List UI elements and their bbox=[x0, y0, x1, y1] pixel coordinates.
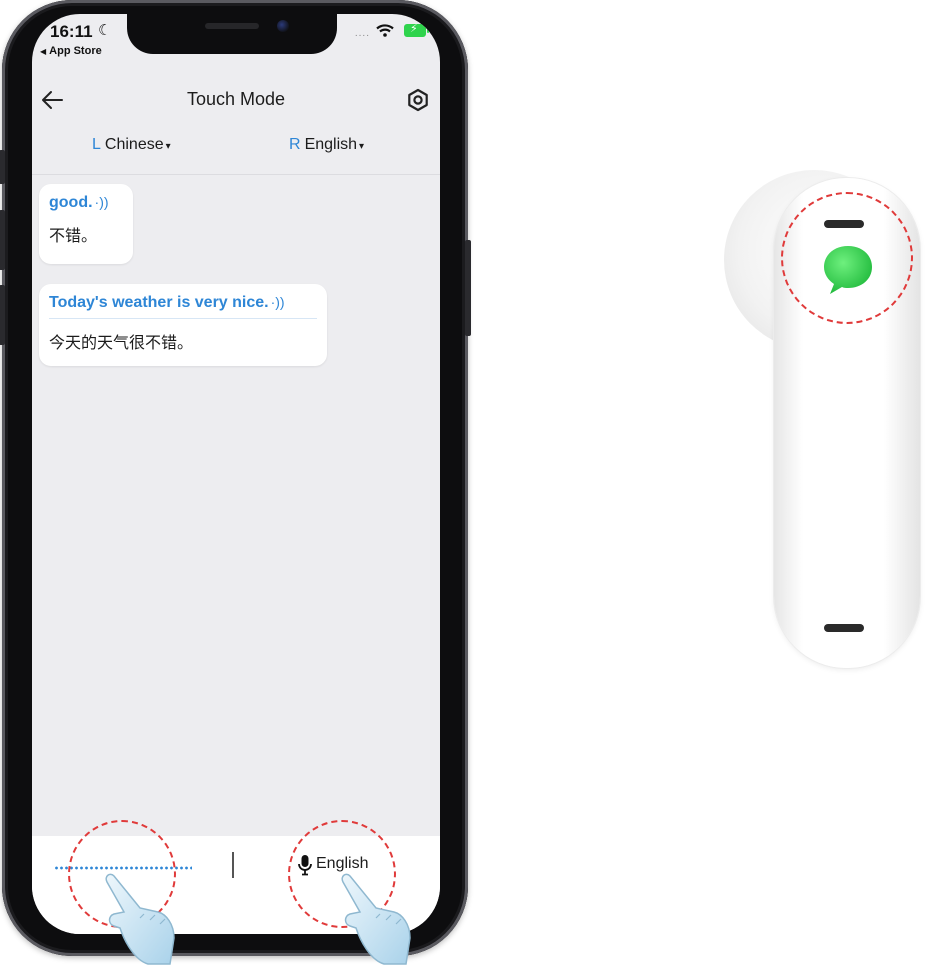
translated-text: 今天的天气很不错。 bbox=[49, 333, 194, 352]
touch-area-highlight bbox=[781, 192, 913, 324]
left-language-label: Chinese bbox=[104, 136, 164, 153]
speaker-icon[interactable]: ·)) bbox=[95, 194, 109, 210]
earbud bbox=[720, 150, 930, 670]
back-triangle-icon: ◀ bbox=[40, 47, 47, 56]
signal-icon: .... bbox=[354, 28, 370, 39]
chevron-down-icon: ▾ bbox=[165, 141, 171, 152]
source-text: good. bbox=[49, 194, 93, 211]
volume-down-button bbox=[0, 285, 5, 345]
language-bar: L Chinese ▾ R English ▾ bbox=[32, 124, 440, 175]
settings-icon[interactable] bbox=[404, 86, 432, 114]
wifi-icon bbox=[376, 24, 394, 37]
power-button bbox=[465, 240, 471, 336]
earpiece bbox=[205, 23, 259, 29]
translated-text: 不错。 bbox=[49, 226, 98, 245]
front-camera bbox=[277, 20, 289, 32]
hand-pointer-icon bbox=[341, 873, 411, 965]
message-bubble: Today's weather is very nice. ·)) 今天的天气很不… bbox=[39, 284, 327, 366]
volume-up-button bbox=[0, 210, 5, 270]
source-text: Today's weather is very nice. bbox=[49, 294, 269, 311]
phone-mockup: 16:11 ☾ ◀ App Store .... ⚡ Touch Mode L … bbox=[0, 0, 471, 956]
left-tag: L bbox=[92, 136, 101, 153]
source-text-row: good. ·)) bbox=[49, 194, 123, 212]
moon-icon: ☾ bbox=[98, 22, 112, 39]
right-language-label: English bbox=[304, 136, 358, 153]
message-bubble: good. ·)) 不错。 bbox=[39, 184, 133, 264]
app-screen: 16:11 ☾ ◀ App Store .... ⚡ Touch Mode L … bbox=[32, 14, 440, 934]
hand-pointer-icon bbox=[105, 873, 175, 965]
right-tag: R bbox=[289, 136, 301, 153]
speaker-icon[interactable]: ·)) bbox=[271, 294, 285, 310]
divider bbox=[232, 852, 234, 878]
back-to-app-link[interactable]: ◀ App Store bbox=[40, 45, 102, 57]
notch bbox=[127, 14, 337, 54]
silent-switch bbox=[0, 150, 5, 184]
page-title: Touch Mode bbox=[186, 89, 286, 109]
earbud-bottom-slot bbox=[824, 624, 864, 632]
back-app-label: App Store bbox=[49, 45, 102, 57]
source-text-row: Today's weather is very nice. ·)) bbox=[49, 294, 317, 319]
right-language-select[interactable]: R English ▾ bbox=[289, 136, 364, 154]
left-language-select[interactable]: L Chinese ▾ bbox=[92, 136, 171, 154]
status-time: 16:11 bbox=[50, 22, 93, 41]
chevron-down-icon: ▾ bbox=[359, 141, 365, 152]
battery-icon: ⚡ bbox=[404, 23, 429, 37]
